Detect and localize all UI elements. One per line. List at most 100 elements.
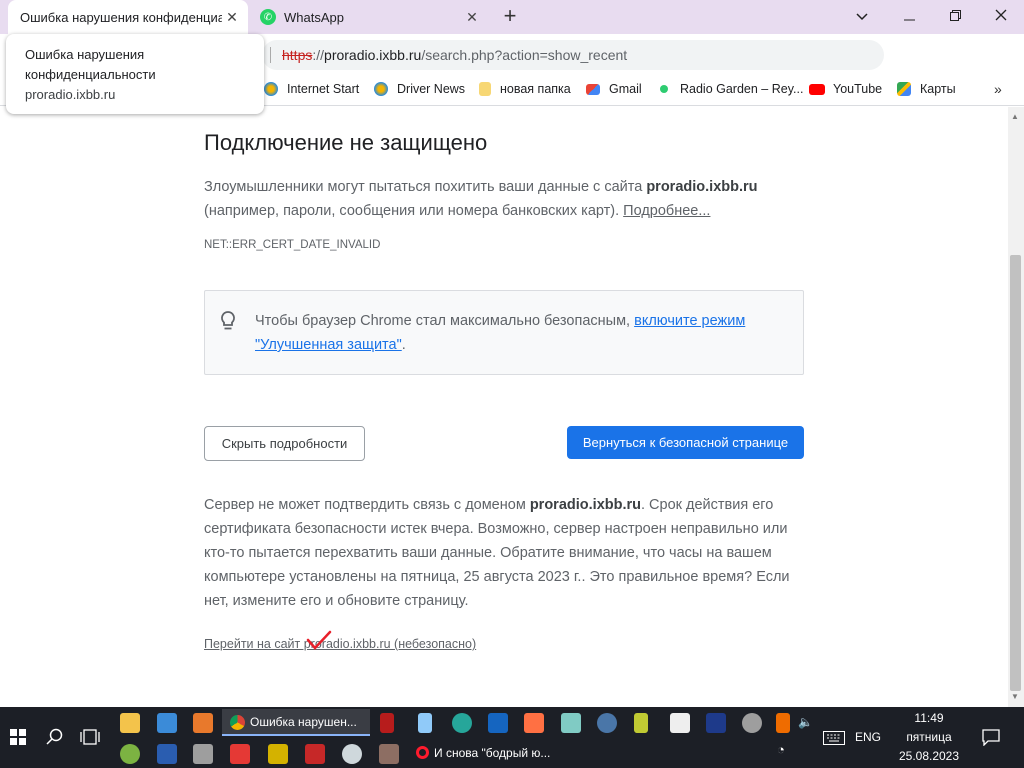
intro-suffix: (например, пароли, сообщения или номера … [204,203,624,219]
tab-whatsapp[interactable]: ✆ WhatsApp ✕ [252,0,488,34]
tab-search-button[interactable] [839,0,885,34]
error-code: NET::ERR_CERT_DATE_INVALID [204,239,381,251]
wifi-icon[interactable]: ◔ [777,742,785,757]
clock-weekday[interactable]: пятница [898,730,960,744]
hover-card-title: Ошибка нарушения конфиденциальности [25,47,156,82]
details-suffix: . Срок действия его сертификата безопасн… [204,497,790,609]
bookmark-label: Internet Start [287,82,360,96]
bookmark-gmail[interactable]: Gmail [586,82,642,96]
bookmark-label: Radio Garden – Rey... [680,82,804,96]
app-icon[interactable] [524,713,544,733]
task-view-icon[interactable] [80,728,100,746]
app-icon[interactable] [380,713,394,733]
app-icon[interactable] [670,713,690,733]
app-icon[interactable] [157,744,177,764]
bookmark-driver-news[interactable]: Driver News [374,82,465,96]
bookmark-internet-start[interactable]: Internet Start [264,82,359,96]
browser-window: Ошибка нарушения конфиденциальности ✕ ✆ … [0,0,1024,768]
intro-host: proradio.ixbb.ru [646,179,758,195]
app-icon[interactable] [634,713,648,733]
calculator-icon[interactable] [418,713,432,733]
yandex-icon[interactable] [230,744,250,764]
bookmark-youtube[interactable]: YouTube [809,82,882,96]
hide-details-button[interactable]: Скрыть подробности [204,426,365,461]
url-separator: :// [312,47,325,63]
proceed-unsafe-link[interactable]: Перейти на сайт proradio.ixbb.ru (небезо… [204,637,476,651]
close-icon[interactable]: ✕ [222,9,242,26]
this-pc-icon[interactable] [157,713,177,733]
close-window-button[interactable] [978,0,1024,34]
app-icon[interactable] [305,744,325,764]
youtube-icon [809,83,825,95]
scrollbar-thumb[interactable] [1010,255,1021,691]
enhanced-protection-text: Чтобы браузер Chrome стал максимально бе… [255,309,795,357]
url-scheme: https [282,47,313,63]
app-icon[interactable] [342,744,362,764]
page-title: Подключение не защищено [204,130,488,155]
scroll-down-arrow-icon[interactable]: ▼ [1011,692,1019,701]
lightbulb-icon [220,310,236,332]
keyboard-icon[interactable] [823,731,845,745]
app-icon[interactable] [561,713,581,733]
app-icon[interactable] [379,744,399,764]
enhanced-prefix: Чтобы браузер Chrome стал максимально бе… [255,313,635,329]
url-host: proradio.ixbb.ru [324,47,422,63]
folder-icon [479,82,491,96]
app-icon[interactable] [706,713,726,733]
bookmarks-overflow-icon[interactable]: » [994,81,1002,97]
bookmark-label: YouTube [833,82,883,96]
close-icon [995,9,1007,21]
app-icon[interactable] [193,713,213,733]
whatsapp-icon: ✆ [260,9,276,25]
app-icon[interactable] [488,713,508,733]
details-prefix: Сервер не может подтвердить связь с доме… [204,497,530,513]
task-label: Ошибка нарушен... [250,715,357,729]
ie-icon [374,82,388,96]
app-icon[interactable] [742,713,762,733]
learn-more-link[interactable]: Подробнее... [623,203,710,219]
taskbar-chrome-task[interactable]: Ошибка нарушен... [222,709,370,736]
close-icon[interactable]: ✕ [462,9,482,26]
maximize-button[interactable] [932,0,978,34]
ie-icon [264,82,278,96]
taskbar-opera-task[interactable]: И снова "бодрый ю... [416,740,550,766]
chevron-down-icon [856,13,868,21]
vk-icon[interactable] [597,713,617,733]
intro-paragraph: Злоумышленники могут пытаться похитить в… [204,175,804,223]
minimize-button[interactable] [886,0,932,34]
opera-icon [416,746,429,759]
gmail-icon [586,83,600,95]
radio-garden-icon [660,85,668,93]
restore-icon [949,10,961,21]
tab-strip: Ошибка нарушения конфиденциальности ✕ ✆ … [0,0,1024,34]
notifications-icon[interactable] [982,729,1000,746]
intro-prefix: Злоумышленники могут пытаться похитить в… [204,179,647,195]
app-icon[interactable] [120,744,140,764]
task-label: И снова "бодрый ю... [434,746,551,760]
bookmark-label: новая папка [500,82,571,96]
windows-start-icon[interactable] [10,729,26,745]
tab-privacy-error[interactable]: Ошибка нарушения конфиденциальности ✕ [8,0,248,34]
language-indicator[interactable]: ENG [855,730,881,744]
new-tab-button[interactable]: + [498,5,522,29]
clock-date[interactable]: 25.08.2023 [898,749,960,763]
file-explorer-icon[interactable] [120,713,140,733]
url-text[interactable]: https://proradio.ixbb.ru/search.php?acti… [282,47,627,63]
app-icon[interactable] [452,713,472,733]
clock-time[interactable]: 11:49 [898,711,960,725]
back-to-safety-button[interactable]: Вернуться к безопасной странице [567,426,804,459]
bookmark-maps[interactable]: Карты [897,82,956,96]
app-icon[interactable] [193,744,213,764]
bookmark-new-folder[interactable]: новая папка [479,82,571,96]
app-icon[interactable] [268,744,288,764]
bookmark-label: Gmail [609,82,642,96]
bookmark-radio-garden[interactable]: Radio Garden – Rey... [657,82,803,96]
search-icon[interactable] [46,728,64,746]
scroll-up-arrow-icon[interactable]: ▲ [1011,112,1019,121]
details-host: proradio.ixbb.ru [529,497,641,513]
maps-icon [897,82,911,96]
url-path: /search.php?action=show_recent [421,47,628,63]
active-indicator [222,734,370,736]
app-icon[interactable] [776,713,790,733]
volume-icon[interactable]: 🔈 [798,715,813,729]
